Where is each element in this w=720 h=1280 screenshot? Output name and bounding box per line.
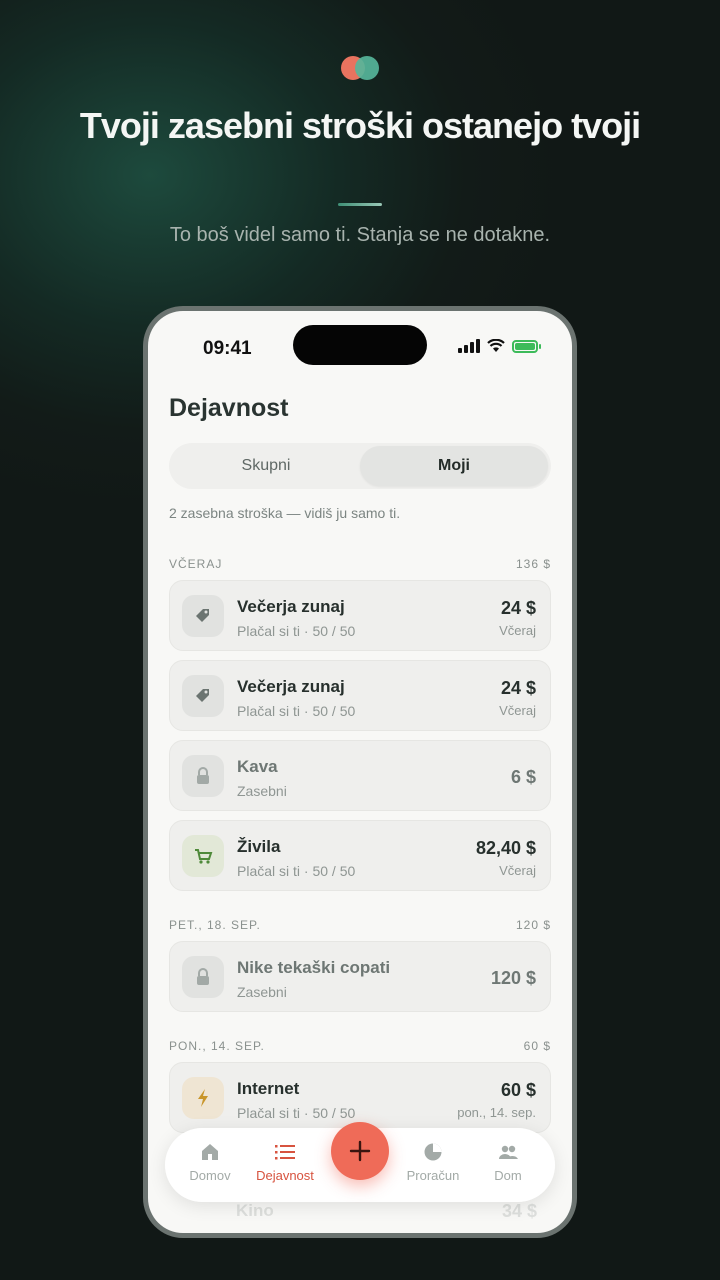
dynamic-island	[293, 325, 427, 365]
tab-dejavnost[interactable]: Dejavnost	[247, 1142, 323, 1183]
segment-moji[interactable]: Moji	[360, 446, 548, 486]
section-total: 136 $	[515, 557, 551, 571]
pie-chart-icon	[424, 1143, 442, 1161]
expense-date: pon., 14. sep.	[457, 1105, 536, 1120]
expense-row[interactable]: Večerja zunaj Plačal si ti · 50 / 50 24 …	[169, 660, 551, 731]
expense-row[interactable]: Večerja zunaj Plačal si ti · 50 / 50 24 …	[169, 580, 551, 651]
expense-row[interactable]: Kava Zasebni 6 $	[169, 740, 551, 811]
expense-amount: 82,40 $	[475, 838, 536, 858]
tab-proracun[interactable]: Proračun	[395, 1142, 471, 1183]
page-title: Dejavnost	[169, 394, 289, 422]
expense-row[interactable]: Nike tekaški copati Zasebni 120 $	[169, 941, 551, 1012]
expense-meta: Plačal si ti · 50 / 50	[237, 1105, 356, 1121]
cart-icon	[182, 835, 224, 877]
phone-frame: 09:41 Dejavnost Skupni Moji 2 zasebna st…	[143, 306, 577, 1238]
expense-meta: Zasebni	[237, 783, 287, 799]
expense-amount: 6 $	[510, 767, 536, 787]
section-label: VČERAJ	[169, 557, 223, 571]
expense-name: Nike tekaški copati	[237, 958, 391, 977]
section-total: 120 $	[515, 918, 551, 932]
status-icons	[458, 339, 541, 353]
expense-amount: 24 $	[500, 598, 536, 618]
add-expense-button[interactable]	[331, 1122, 389, 1180]
hero-headline: Tvoji zasebni stroški ostanejo tvoji	[79, 105, 641, 146]
expense-name: Internet	[237, 1079, 300, 1098]
wifi-icon	[487, 339, 505, 352]
bolt-icon	[182, 1077, 224, 1119]
tab-bar: Domov Dejavnost Proračun Dom	[165, 1122, 555, 1202]
expense-date: Včeraj	[499, 623, 536, 638]
expense-amount: 34 $	[501, 1201, 537, 1221]
tag-icon	[182, 595, 224, 637]
expense-meta: Plačal si ti · 50 / 50	[237, 623, 356, 639]
segmented-control: Skupni Moji	[169, 443, 551, 489]
expense-meta: Plačal si ti · 50 / 50	[237, 863, 356, 879]
expense-meta: Zasebni	[237, 984, 287, 1000]
expense-name: Kava	[237, 757, 278, 776]
tab-domov[interactable]: Domov	[172, 1142, 248, 1183]
expense-date: Včeraj	[499, 863, 536, 878]
section-label: PET., 18. SEP.	[169, 918, 261, 932]
hero-divider	[338, 203, 382, 206]
battery-icon	[512, 339, 541, 353]
expense-date: Včeraj	[499, 703, 536, 718]
plus-icon	[349, 1140, 371, 1162]
private-note: 2 zasebna stroška — vidiš ju samo ti.	[169, 505, 401, 521]
lock-icon	[182, 755, 224, 797]
section-header: VČERAJ 136 $	[169, 557, 551, 571]
expense-name: Kino	[236, 1201, 274, 1220]
home-icon	[202, 1144, 218, 1160]
section-header: PET., 18. SEP. 120 $	[169, 918, 551, 932]
hero-subtitle: To boš videl samo ti. Stanja se ne dotak…	[169, 224, 551, 246]
tab-label: Dom	[494, 1168, 522, 1183]
signal-icon	[458, 339, 480, 353]
segment-skupni[interactable]: Skupni	[172, 446, 360, 486]
expense-name: Večerja zunaj	[237, 677, 345, 696]
expense-amount: 24 $	[500, 678, 536, 698]
tab-label: Proračun	[406, 1168, 460, 1183]
expense-amount: 120 $	[490, 968, 536, 988]
expense-meta: Plačal si ti · 50 / 50	[237, 703, 356, 719]
section-total: 60 $	[523, 1039, 551, 1053]
expense-amount: 60 $	[500, 1080, 536, 1100]
section-header: PON., 14. SEP. 60 $	[169, 1039, 551, 1053]
expense-name: Večerja zunaj	[237, 597, 345, 616]
list-icon	[275, 1145, 295, 1160]
status-time: 09:41	[203, 338, 252, 359]
people-icon	[499, 1145, 518, 1159]
tab-label: Domov	[189, 1168, 231, 1183]
expense-name: Živila	[237, 837, 281, 856]
lock-icon	[182, 956, 224, 998]
tab-label: Dejavnost	[256, 1168, 314, 1183]
section-label: PON., 14. SEP.	[169, 1039, 265, 1053]
phone-screen: 09:41 Dejavnost Skupni Moji 2 zasebna st…	[148, 311, 572, 1233]
tab-dom[interactable]: Dom	[470, 1142, 546, 1183]
expense-row[interactable]: Živila Plačal si ti · 50 / 50 82,40 $ Vč…	[169, 820, 551, 891]
tag-icon	[182, 675, 224, 717]
app-logo	[341, 56, 381, 80]
